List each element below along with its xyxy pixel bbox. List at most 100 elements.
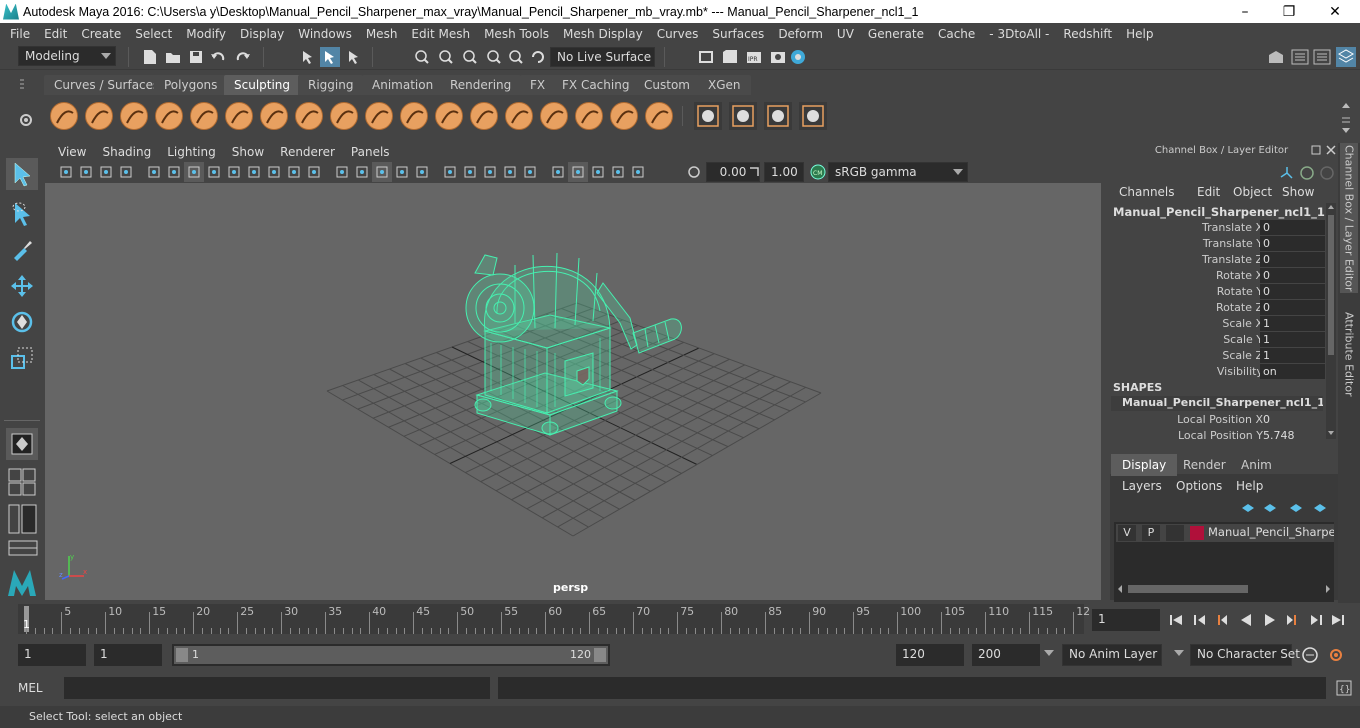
close-panel-icon[interactable] bbox=[1324, 143, 1338, 157]
layer-visibility-toggle[interactable]: V bbox=[1118, 525, 1136, 541]
attribute-editor-toggle-icon[interactable] bbox=[1290, 47, 1310, 67]
menu-surfaces[interactable]: Surfaces bbox=[705, 27, 771, 41]
manipulator-icon[interactable] bbox=[1277, 163, 1297, 183]
channel-row-scale-z[interactable]: Scale Z1 bbox=[1105, 348, 1325, 364]
lasso-tool-icon[interactable] bbox=[6, 198, 38, 230]
menu-modify[interactable]: Modify bbox=[179, 27, 233, 41]
channel-row-scale-x[interactable]: Scale X1 bbox=[1105, 316, 1325, 332]
grid-icon[interactable] bbox=[184, 162, 204, 182]
channel-value[interactable]: 0 bbox=[1260, 220, 1325, 235]
chevron-down-icon[interactable] bbox=[1174, 650, 1184, 656]
tool-settings-toggle-icon[interactable] bbox=[1312, 47, 1332, 67]
menu-3dtoall[interactable]: - 3DtoAll - bbox=[982, 27, 1056, 41]
textured-icon[interactable] bbox=[392, 162, 412, 182]
channel-row-rotate-x[interactable]: Rotate X0 bbox=[1105, 268, 1325, 284]
play-forward-icon[interactable] bbox=[1260, 610, 1280, 630]
menu-uv[interactable]: UV bbox=[830, 27, 861, 41]
layer-display-type[interactable] bbox=[1166, 525, 1184, 541]
animation-end-field[interactable]: 200 bbox=[972, 644, 1040, 666]
repeat-brush-icon[interactable] bbox=[330, 102, 358, 130]
side-tab-channel-box[interactable]: Channel Box / Layer Editor bbox=[1340, 143, 1358, 293]
menu-create[interactable]: Create bbox=[74, 27, 128, 41]
close-button[interactable]: ✕ bbox=[1312, 0, 1358, 23]
hypershade-icon[interactable] bbox=[788, 47, 808, 67]
playback-end-field[interactable]: 120 bbox=[896, 644, 964, 666]
channel-box-menu-show[interactable]: Show bbox=[1282, 185, 1314, 199]
pinch-brush-icon[interactable] bbox=[190, 102, 218, 130]
command-input[interactable] bbox=[64, 677, 490, 699]
mask-icon[interactable] bbox=[764, 102, 792, 130]
render-settings-icon[interactable] bbox=[768, 47, 788, 67]
shelf-tab-custom[interactable]: Custom bbox=[634, 75, 700, 95]
smooth-brush-icon[interactable] bbox=[85, 102, 113, 130]
ambient-occlusion-icon[interactable] bbox=[460, 162, 480, 182]
ipr-render-icon[interactable]: IPR bbox=[744, 47, 764, 67]
shelf-tab-rigging[interactable]: Rigging bbox=[298, 75, 364, 95]
step-back-icon[interactable] bbox=[1190, 610, 1210, 630]
fill-brush-icon[interactable] bbox=[470, 102, 498, 130]
scale-tool-icon[interactable] bbox=[6, 342, 38, 374]
layer-horizontal-scrollbar[interactable] bbox=[1116, 583, 1332, 595]
render-view-icon[interactable] bbox=[696, 47, 716, 67]
backface-culling-icon[interactable] bbox=[628, 162, 648, 182]
convert-to-frozen-icon[interactable] bbox=[694, 102, 722, 130]
channel-value[interactable]: 1 bbox=[1260, 332, 1325, 347]
layer-name[interactable]: Manual_Pencil_Sharpener bbox=[1208, 525, 1334, 539]
freeze-brush-icon[interactable] bbox=[645, 102, 673, 130]
channel-value[interactable]: 0 bbox=[1260, 284, 1325, 299]
gamma-field[interactable]: 1.00 bbox=[764, 162, 804, 182]
outliner-layout-icon[interactable] bbox=[8, 504, 38, 534]
side-tab-attribute-editor[interactable]: Attribute Editor bbox=[1340, 299, 1358, 409]
knife-brush-icon[interactable] bbox=[505, 102, 533, 130]
range-start-handle[interactable] bbox=[176, 648, 188, 662]
snap-surface-icon[interactable] bbox=[506, 47, 526, 67]
motion-blur-icon[interactable] bbox=[480, 162, 500, 182]
hyper-icon[interactable] bbox=[1317, 163, 1337, 183]
current-frame-field[interactable]: 1 bbox=[1092, 609, 1160, 631]
camera-attributes-icon[interactable] bbox=[76, 162, 96, 182]
range-end-handle[interactable] bbox=[594, 648, 606, 662]
move-tool-icon[interactable] bbox=[6, 270, 38, 302]
isolate-select-icon[interactable] bbox=[548, 162, 568, 182]
auto-key-icon[interactable] bbox=[1300, 645, 1320, 665]
layer-playback-toggle[interactable]: P bbox=[1142, 525, 1160, 541]
layer-menu-options[interactable]: Options bbox=[1176, 479, 1222, 493]
character-set-dropdown[interactable]: No Character Set bbox=[1190, 644, 1300, 666]
move-down-layer-icon[interactable] bbox=[1310, 498, 1330, 518]
channel-row-scale-y[interactable]: Scale Y1 bbox=[1105, 332, 1325, 348]
viewport-menu-view[interactable]: View bbox=[50, 145, 94, 159]
channel-row-visibility[interactable]: Visibility on bbox=[1105, 364, 1325, 380]
sculpt-layers-icon[interactable] bbox=[729, 102, 757, 130]
shape-name[interactable]: Manual_Pencil_Sharpener_ncl1_1Sh... bbox=[1111, 396, 1323, 411]
snap-view-icon[interactable] bbox=[484, 47, 504, 67]
pencil-sharpener-mesh[interactable] bbox=[465, 252, 682, 436]
color-management-icon[interactable]: CM bbox=[808, 162, 828, 182]
grab-brush-icon[interactable] bbox=[155, 102, 183, 130]
layer-color-swatch[interactable] bbox=[1190, 526, 1204, 540]
select-object-icon[interactable] bbox=[320, 47, 340, 67]
go-to-start-icon[interactable] bbox=[1166, 610, 1186, 630]
imprint-brush-icon[interactable] bbox=[365, 102, 393, 130]
channel-box-menu-object[interactable]: Object bbox=[1233, 185, 1272, 199]
wireframe-icon[interactable] bbox=[332, 162, 352, 182]
viewport-menu-lighting[interactable]: Lighting bbox=[159, 145, 224, 159]
rotate-tool-icon[interactable] bbox=[6, 306, 38, 338]
menu-mesh-tools[interactable]: Mesh Tools bbox=[477, 27, 556, 41]
menu-generate[interactable]: Generate bbox=[861, 27, 931, 41]
channel-box-menu-channels[interactable]: Channels bbox=[1119, 185, 1175, 199]
menu-display[interactable]: Display bbox=[233, 27, 291, 41]
channel-box-menu-edit[interactable]: Edit bbox=[1197, 185, 1220, 199]
depth-of-field-icon[interactable] bbox=[520, 162, 540, 182]
paint-select-tool-icon[interactable] bbox=[6, 234, 38, 266]
workspace-icon[interactable] bbox=[1266, 47, 1286, 67]
menu-cache[interactable]: Cache bbox=[931, 27, 982, 41]
graph-layout-icon[interactable] bbox=[8, 540, 38, 556]
command-language-label[interactable]: MEL bbox=[18, 681, 62, 695]
new-layer-icon[interactable] bbox=[1238, 498, 1258, 518]
relax-brush-icon[interactable] bbox=[120, 102, 148, 130]
viewport-menu-renderer[interactable]: Renderer bbox=[272, 145, 343, 159]
2d-pan-zoom-icon[interactable] bbox=[164, 162, 184, 182]
undo-icon[interactable] bbox=[209, 47, 229, 67]
snap-curve-icon[interactable] bbox=[436, 47, 456, 67]
channel-row-rotate-z[interactable]: Rotate Z0 bbox=[1105, 300, 1325, 316]
